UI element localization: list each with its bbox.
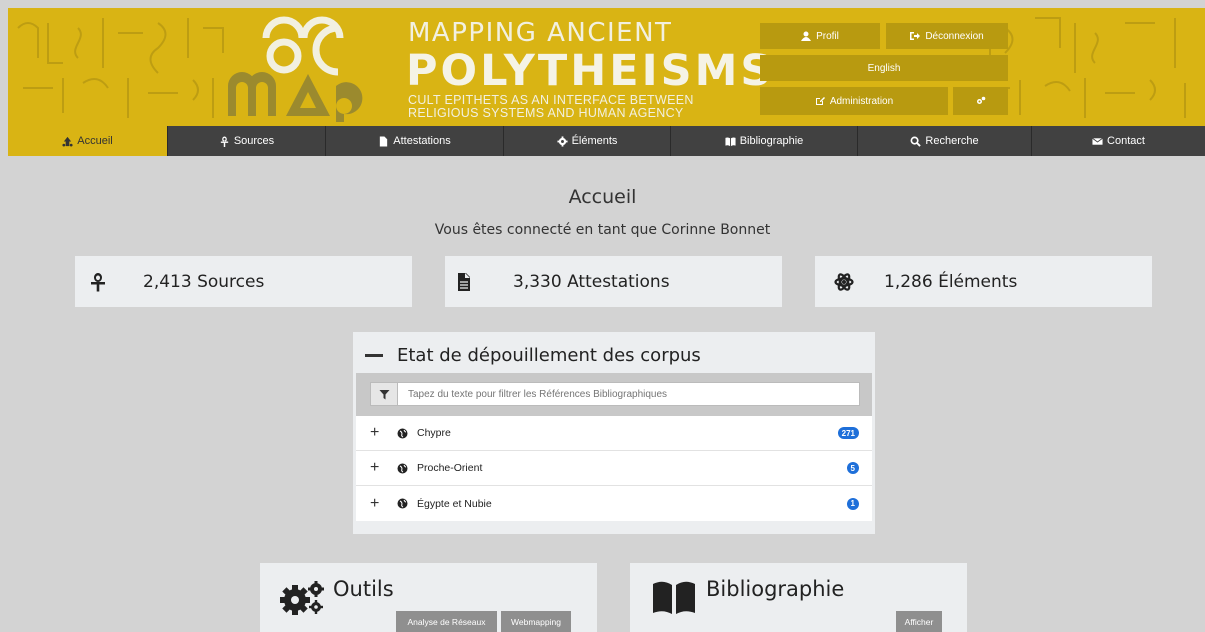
file-icon (458, 273, 470, 291)
corpus-panel: Etat de dépouillement des corpus + Chypr… (353, 332, 875, 534)
count-badge: 271 (837, 427, 859, 439)
edit-icon (815, 97, 825, 105)
nav-item-elements[interactable]: Éléments (504, 126, 671, 156)
logout-button[interactable]: Déconnexion (886, 23, 1008, 49)
hieroglyph-decoration (17, 18, 224, 118)
map-logo (228, 16, 363, 122)
book-icon (653, 581, 695, 614)
stat-card-attestations[interactable]: 3,330 Attestations (445, 256, 782, 307)
tools-title: Outils (333, 577, 394, 601)
ankh-icon (220, 135, 228, 147)
sign-out-icon (910, 32, 921, 40)
tree-row-chypre[interactable]: + Chypre 271 (356, 416, 872, 451)
nav-item-recherche[interactable]: Recherche (858, 126, 1032, 156)
bibliography-card: Bibliographie Afficher (630, 563, 967, 632)
book-icon (725, 136, 736, 146)
nav-item-label: Attestations (393, 135, 451, 147)
nav-item-bibliographie[interactable]: Bibliographie (671, 126, 858, 156)
count-badge: 5 (846, 462, 859, 474)
language-button[interactable]: English (760, 55, 1008, 81)
cog-icon (557, 135, 568, 147)
tree-row-proche-orient[interactable]: + Proche-Orient 5 (356, 451, 872, 486)
site-subtitle-line2: RELIGIOUS SYSTEMS AND HUMAN AGENCY (408, 106, 684, 120)
globe-icon (397, 498, 408, 509)
site-title-line2: POLYTHEISMS (406, 46, 775, 96)
nav-item-label: Contact (1107, 135, 1145, 147)
stat-elements-text: 1,286 Éléments (884, 272, 1018, 292)
profile-button-label: Profil (816, 30, 839, 42)
show-bibliography-button[interactable]: Afficher (896, 611, 942, 632)
language-button-label: English (867, 62, 901, 74)
filter-bar (356, 373, 872, 416)
cogs-icon (976, 96, 985, 104)
expand-icon[interactable]: + (370, 425, 379, 441)
search-icon (910, 136, 922, 147)
file-icon (380, 135, 388, 147)
home-icon (62, 136, 73, 147)
network-analysis-button[interactable]: Analyse de Réseaux (396, 611, 497, 632)
expand-icon[interactable]: + (370, 460, 379, 476)
nav-item-label: Bibliographie (739, 135, 804, 147)
site-subtitle: CULT EPITHETS AS AN INTERFACE BETWEEN RE… (408, 94, 694, 120)
filter-input[interactable] (398, 382, 860, 406)
connected-user-text: Vous êtes connecté en tant que Corinne B… (434, 222, 771, 238)
nav-item-label: Recherche (925, 135, 979, 147)
hieroglyph-decoration (985, 17, 1186, 118)
stat-sources-text: 2,413 Sources (143, 272, 265, 292)
page-title: Accueil (568, 186, 637, 208)
admin-button[interactable]: Administration (760, 87, 948, 115)
corpus-panel-title: Etat de dépouillement des corpus (397, 345, 701, 366)
tools-card: Outils Analyse de Réseaux Webmapping (260, 563, 597, 632)
nav-item-sources[interactable]: Sources (168, 126, 326, 156)
stat-attestations-text: 3,330 Attestations (513, 272, 670, 292)
filter-button[interactable] (370, 382, 398, 406)
envelope-icon (1092, 137, 1103, 145)
nav-item-label: Accueil (77, 135, 113, 147)
expand-icon[interactable]: + (370, 495, 379, 512)
tree-row-label: Chypre (417, 427, 451, 439)
admin-button-label: Administration (829, 95, 894, 107)
nav-item-contact[interactable]: Contact (1032, 126, 1205, 156)
stat-card-sources[interactable]: 2,413 Sources (75, 256, 412, 307)
count-badge: 1 (846, 497, 859, 510)
cogs-icon (280, 581, 324, 615)
stat-card-elements[interactable]: 1,286 Éléments (815, 256, 1152, 307)
nav-item-attestations[interactable]: Attestations (326, 126, 504, 156)
globe-icon (397, 463, 408, 473)
nav-item-accueil[interactable]: Accueil (8, 126, 168, 156)
corpus-panel-header[interactable]: Etat de dépouillement des corpus (365, 345, 701, 366)
nav-item-label: Sources (233, 135, 275, 147)
nav-item-label: Éléments (571, 135, 618, 147)
bibliography-title: Bibliographie (706, 577, 845, 601)
corpus-tree: + Chypre 271 + Proche-Orient 5 + Égypte … (356, 416, 872, 521)
globe-icon (397, 428, 408, 438)
settings-button[interactable] (953, 87, 1008, 115)
tree-row-label: Proche-Orient (417, 462, 483, 474)
user-icon (801, 31, 812, 41)
webmapping-button[interactable]: Webmapping (501, 611, 571, 632)
minus-icon[interactable] (365, 354, 383, 357)
tree-row-label: Égypte et Nubie (417, 497, 492, 510)
filter-icon (379, 389, 389, 399)
atom-icon (834, 273, 854, 291)
logout-button-label: Déconnexion (925, 30, 984, 42)
profile-button[interactable]: Profil (760, 23, 880, 49)
site-banner: MAPPING ANCIENT POLYTHEISMS CULT EPITHET… (8, 8, 1205, 126)
tree-row-egypte-nubie[interactable]: + Égypte et Nubie 1 (356, 486, 872, 521)
site-title-line1: MAPPING ANCIENT (408, 18, 673, 48)
ankh-icon (91, 273, 105, 292)
main-nav: Accueil Sources Attestations Éléments Bi… (8, 126, 1205, 156)
